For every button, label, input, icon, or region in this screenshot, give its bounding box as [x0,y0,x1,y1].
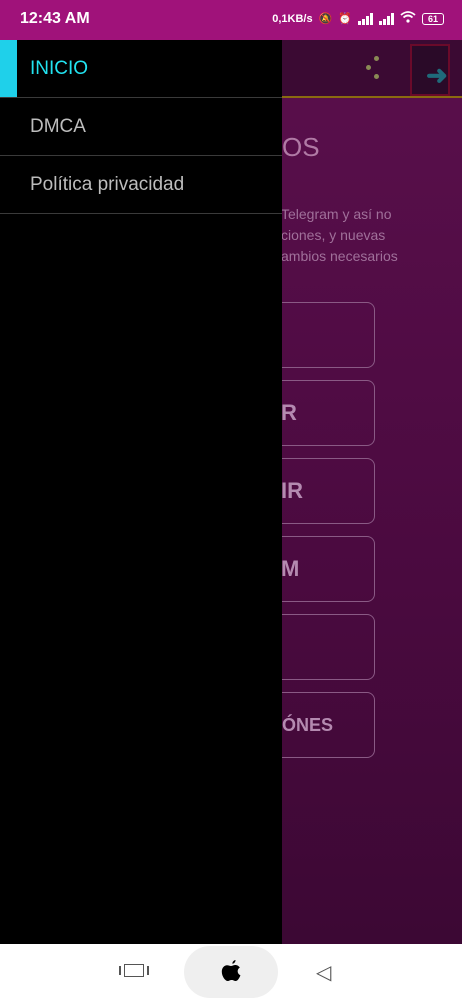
battery-icon: 61 [422,12,444,25]
status-bar: 12:43 AM 0,1KB/s 🔕 ⏰ 61 [0,0,462,40]
wifi-icon [400,11,416,26]
system-nav-bar: ◁ [0,944,462,1000]
drawer-item-dmca[interactable]: DMCA [0,98,282,156]
status-icons: 0,1KB/s 🔕 ⏰ 61 [272,11,444,26]
drawer-item-label: INICIO [30,57,89,79]
apple-logo-icon [221,960,241,981]
signal-icon [358,12,373,25]
signal-icon-2 [379,12,394,25]
home-button[interactable] [184,946,278,998]
page-heading-partial: OS [282,132,320,162]
mute-icon: 🔕 [318,13,333,25]
drawer-item-label: DMCA [30,115,86,137]
drawer-item-inicio[interactable]: INICIO [0,40,282,98]
drawer-item-label: Política privacidad [30,173,185,195]
description-partial: Telegram y así no ciones, y nuevas ambio… [281,206,398,264]
back-icon[interactable]: ◁ [316,960,331,985]
alarm-icon: ⏰ [338,13,352,25]
status-time: 12:43 AM [20,10,90,27]
recents-icon[interactable] [119,964,149,977]
exit-icon[interactable]: ➜ [410,44,450,96]
navigation-drawer: INICIO DMCA Política privacidad [0,40,282,944]
drawer-item-privacy[interactable]: Política privacidad [0,156,282,214]
network-speed: 0,1KB/s [272,12,313,25]
share-icon[interactable] [366,56,380,80]
